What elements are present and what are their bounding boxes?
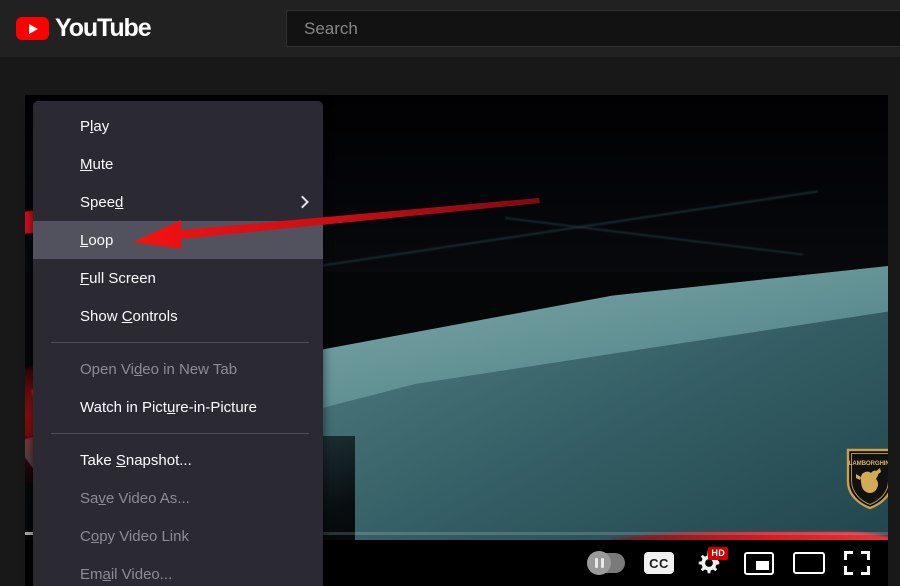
svg-text:LAMBORGHINI: LAMBORGHINI (849, 460, 888, 467)
menu-item-label: Play (80, 117, 110, 135)
miniplayer-icon (744, 551, 774, 575)
menu-item-open-video-in-new-tab: Open Video in New Tab (33, 350, 323, 388)
menu-item-label: Open Video in New Tab (80, 360, 238, 378)
theater-icon (793, 552, 825, 574)
menu-item-speed[interactable]: Speed (33, 183, 323, 221)
fullscreen-icon (844, 551, 870, 575)
menu-item-label: Show Controls (80, 307, 178, 325)
youtube-logo-text: YouTube (55, 14, 152, 42)
theater-button[interactable] (793, 552, 825, 574)
menu-item-mute[interactable]: Mute (33, 145, 323, 183)
menu-item-label: Copy Video Link (80, 527, 189, 545)
menu-item-label: Full Screen (80, 269, 156, 287)
menu-separator (51, 342, 309, 343)
pause-icon (587, 551, 611, 575)
miniplayer-button[interactable] (744, 551, 774, 575)
video-context-menu[interactable]: Play Mute Speed Loop Full Screen Show Control… (33, 101, 323, 586)
menu-item-copy-video-link: Copy Video Link (33, 517, 323, 555)
youtube-play-icon (16, 17, 49, 40)
menu-item-email-video: Email Video... (33, 555, 323, 586)
menu-item-label: Take Snapshot... (80, 451, 192, 469)
hd-badge: HD (708, 547, 728, 560)
menu-item-loop[interactable]: Loop (33, 221, 323, 259)
lamborghini-badge-icon: LAMBORGHINI (846, 448, 888, 510)
menu-item-save-video-as: Save Video As... (33, 479, 323, 517)
youtube-logo[interactable]: YouTube (16, 0, 152, 57)
subtitles-button[interactable]: CC (644, 552, 674, 574)
menu-item-take-snapshot[interactable]: Take Snapshot... (33, 441, 323, 479)
menu-item-label: Loop (80, 231, 114, 249)
menu-item-label: Save Video As... (80, 489, 190, 507)
menu-item-label: Speed (80, 193, 124, 211)
menu-item-play[interactable]: Play (33, 107, 323, 145)
search-placeholder: Search (304, 18, 358, 38)
menu-item-show-controls[interactable]: Show Controls (33, 297, 323, 335)
settings-button[interactable]: HD (693, 547, 728, 578)
fullscreen-button[interactable] (844, 551, 870, 575)
menu-item-watch-in-picture-in-picture[interactable]: Watch in Picture-in-Picture (33, 388, 323, 426)
search-input[interactable]: Search (286, 10, 900, 47)
menu-item-full-screen[interactable]: Full Screen (33, 259, 323, 297)
youtube-page: YouTube Search LAMBORGHINI CC HD Play Mu… (0, 0, 900, 586)
autoplay-toggle[interactable] (587, 551, 625, 575)
menu-item-label: Watch in Picture-in-Picture (80, 398, 257, 416)
top-header-bar: YouTube Search (0, 0, 900, 57)
cc-icon: CC (644, 552, 674, 574)
chevron-right-icon (296, 195, 309, 209)
menu-separator (51, 433, 309, 434)
menu-item-label: Email Video... (80, 565, 173, 583)
menu-item-label: Mute (80, 155, 114, 173)
